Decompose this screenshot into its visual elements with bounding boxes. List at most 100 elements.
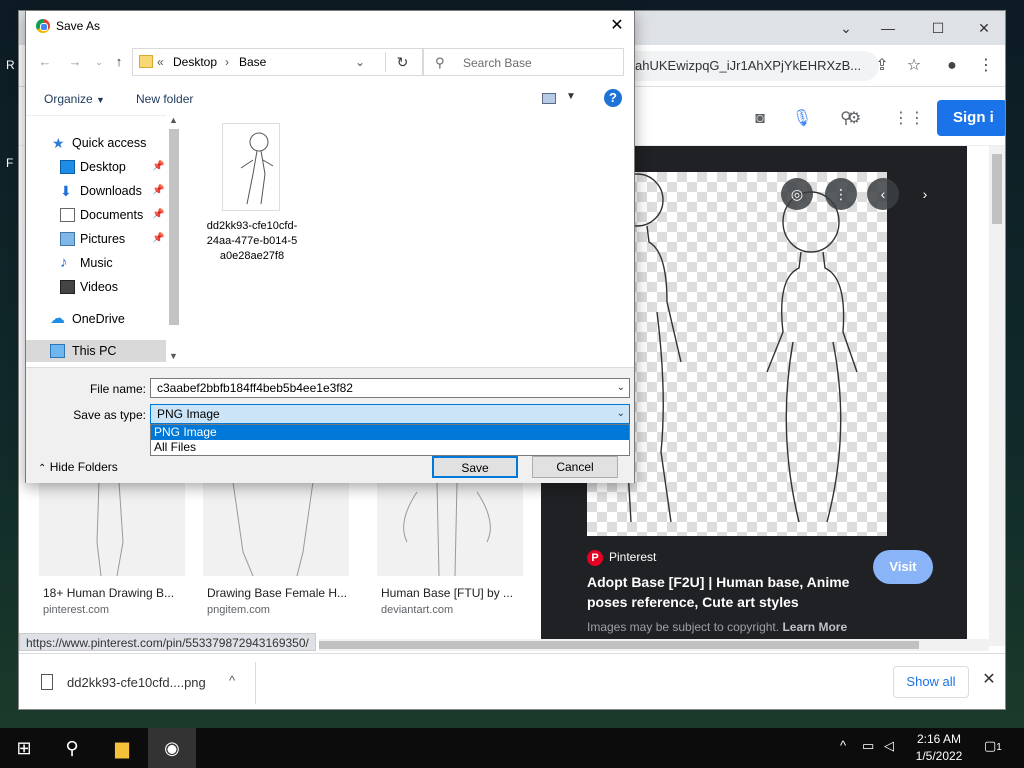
nav-scrollbar[interactable]: ▲ ▼ [166, 115, 182, 365]
system-clock[interactable]: 2:16 AM 1/5/2022 [906, 731, 972, 765]
breadcrumb-item[interactable]: Desktop [173, 55, 217, 69]
nav-item-label: Desktop [80, 160, 126, 174]
organize-button[interactable]: Organize ▼ [44, 92, 105, 106]
up-icon[interactable]: ↑ [110, 53, 128, 71]
copyright-text: Images may be subject to copyright. [587, 620, 780, 634]
chevron-down-icon[interactable]: ⌄ [90, 53, 108, 71]
chevron-right-icon[interactable]: › [225, 55, 229, 69]
thumbnail-title[interactable]: Human Base [FTU] by ... [381, 586, 513, 600]
menu-icon[interactable]: ⋮ [975, 55, 997, 77]
nav-item-label: This PC [72, 344, 117, 358]
horizontal-scrollbar[interactable] [319, 639, 989, 651]
save-type-value: PNG Image [157, 407, 220, 421]
learn-more-link[interactable]: Learn More [782, 620, 847, 634]
nav-item-downloads[interactable]: ⬇ Downloads 📌 [26, 180, 182, 202]
dropdown-option[interactable]: All Files [151, 440, 629, 455]
save-type-select[interactable]: PNG Image ⌄ [150, 404, 630, 424]
close-icon[interactable]: ✕ [979, 668, 999, 692]
volume-icon[interactable]: ◁ [884, 738, 894, 754]
scrollbar-thumb[interactable] [169, 129, 179, 325]
hide-folders-button[interactable]: ⌃ Hide Folders [38, 460, 118, 474]
overflow-icon[interactable]: « [157, 55, 164, 69]
dropdown-option[interactable]: PNG Image [151, 425, 629, 440]
download-item[interactable]: dd2kk93-cfe10cfd....png ^ [33, 664, 253, 702]
breadcrumb-item[interactable]: Base [239, 55, 266, 69]
maximize-button[interactable]: ☐ [923, 17, 953, 39]
settings-icon[interactable]: ⚙ [843, 108, 865, 130]
nav-item-this-pc[interactable]: This PC [26, 340, 182, 362]
network-icon[interactable]: ▭ [862, 738, 874, 754]
chevron-up-icon[interactable]: ▲ [169, 115, 178, 125]
nav-item-desktop[interactable]: Desktop 📌 [26, 156, 182, 178]
star-icon[interactable]: ☆ [903, 55, 925, 77]
nav-item-label: Quick access [72, 136, 147, 150]
file-name: dd2kk93-cfe10cfd-24aa-477e-b014-5a0e28ae… [206, 220, 298, 262]
status-bar: https://www.pinterest.com/pin/5533798729… [19, 633, 316, 651]
file-name-input[interactable]: c3aabef2bbfb184ff4beb5b4ee1e3f82 ⌄ [150, 378, 630, 398]
preview-site[interactable]: P Pinterest [587, 550, 656, 566]
image-thumbnail[interactable] [377, 482, 523, 576]
search-box[interactable]: ⚲ Search Base [422, 48, 624, 76]
search-icon[interactable]: ⚲ [48, 728, 96, 768]
view-icon[interactable] [542, 93, 556, 104]
page-scrollbar[interactable] [989, 146, 1005, 646]
image-thumbnail[interactable] [39, 482, 185, 576]
windows-start-icon[interactable]: ⊞ [0, 728, 48, 768]
nav-item-label: OneDrive [72, 312, 125, 326]
caret-down-icon[interactable]: ▼ [566, 91, 576, 102]
camera-icon[interactable]: ◙ [749, 108, 771, 130]
show-all-button[interactable]: Show all [893, 666, 969, 698]
share-icon[interactable]: ⇪ [871, 55, 893, 77]
lens-icon[interactable]: ◎ [781, 178, 813, 210]
nav-item-label: Pictures [80, 232, 126, 246]
dialog-titlebar: Save As ✕ [26, 11, 634, 41]
nav-item-music[interactable]: ♪ Music [26, 252, 182, 274]
scrollbar-thumb[interactable] [319, 641, 919, 649]
chrome-taskbar-icon[interactable]: ◉ [148, 728, 196, 768]
back-icon[interactable]: ← [36, 53, 54, 71]
nav-item-videos[interactable]: Videos [26, 276, 182, 298]
visit-button[interactable]: Visit [873, 550, 933, 584]
chevron-up-icon[interactable]: ^ [840, 738, 846, 753]
nav-item-pictures[interactable]: Pictures 📌 [26, 228, 182, 250]
chevron-down-icon[interactable]: ⌄ [617, 405, 625, 423]
thumbnail-title[interactable]: Drawing Base Female H... [207, 586, 347, 600]
forward-icon[interactable]: → [66, 53, 84, 71]
chevron-down-icon[interactable]: ⌄ [831, 17, 861, 39]
refresh-icon[interactable]: ↻ [385, 52, 419, 72]
save-type-label: Save as type: [73, 408, 146, 422]
more-options-icon[interactable]: ⋮ [825, 178, 857, 210]
scrollbar-thumb[interactable] [992, 154, 1002, 224]
profile-icon[interactable]: ● [941, 55, 963, 77]
thumbnail-title[interactable]: 18+ Human Drawing B... [43, 586, 174, 600]
copyright-notice: Images may be subject to copyright. Lear… [587, 620, 847, 634]
chevron-down-icon[interactable]: ▼ [169, 351, 178, 361]
nav-item-quick-access[interactable]: ★ Quick access [26, 132, 182, 154]
image-thumbnail[interactable] [203, 482, 349, 576]
previous-icon[interactable]: ‹ [867, 178, 899, 210]
notification-icon[interactable]: ▢1 [984, 738, 1002, 754]
nav-item-documents[interactable]: Documents 📌 [26, 204, 182, 226]
save-button[interactable]: Save [432, 456, 518, 478]
minimize-button[interactable]: — [873, 17, 903, 39]
thumbnail-source: deviantart.com [381, 604, 454, 616]
chevron-down-icon[interactable]: ⌄ [617, 379, 625, 397]
next-icon[interactable]: › [909, 178, 941, 210]
cancel-button[interactable]: Cancel [532, 456, 618, 478]
microphone-icon[interactable]: 🎙 [791, 108, 813, 130]
close-icon[interactable]: ✕ [604, 15, 630, 37]
music-icon: ♪ [60, 254, 68, 271]
chevron-up-icon[interactable]: ^ [229, 673, 235, 688]
address-bar[interactable]: « Desktop › Base ⌄ ↻ [132, 48, 424, 76]
download-bar: dd2kk93-cfe10cfd....png ^ Show all ✕ [19, 653, 1005, 709]
nav-item-onedrive[interactable]: ☁ OneDrive [26, 308, 182, 330]
sign-in-button[interactable]: Sign i [937, 100, 1005, 136]
close-button[interactable]: ✕ [969, 17, 999, 39]
preview-title[interactable]: Adopt Base [F2U] | Human base, Anime pos… [587, 572, 877, 612]
navigation-pane: ★ Quick access Desktop 📌 ⬇ Downloads 📌 D… [26, 115, 182, 365]
file-explorer-icon[interactable]: ▆ [98, 728, 146, 768]
chevron-down-icon[interactable]: ⌄ [355, 55, 365, 69]
apps-icon[interactable]: ⋮⋮ [893, 108, 925, 130]
help-icon[interactable]: ? [604, 89, 622, 107]
new-folder-button[interactable]: New folder [136, 92, 193, 106]
